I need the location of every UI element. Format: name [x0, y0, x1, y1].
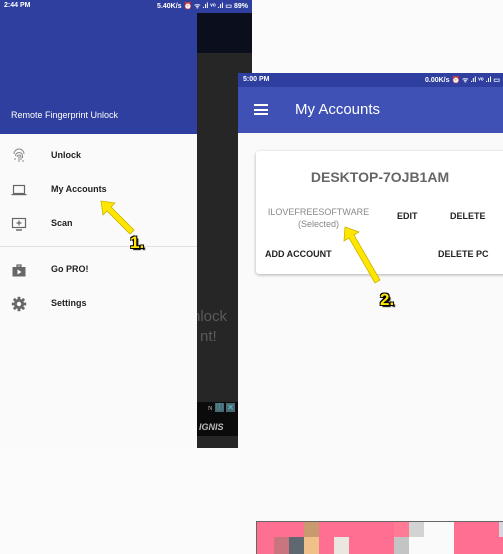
nav-item-settings[interactable]: Settings — [0, 289, 197, 319]
status-icons: 0.00K/s ⏰ ᯤ .ıl ᵛᵒ .ıl ▭ — [425, 77, 500, 84]
nav-item-label: Scan — [51, 218, 73, 228]
background-text: nlock — [192, 308, 228, 325]
ad-brand: IGNIS — [199, 422, 224, 432]
info-icon[interactable]: ⓘ — [215, 403, 224, 412]
right-screenshot: 5:00 PM 0.00K/s ⏰ ᯤ .ıl ᵛᵒ .ıl ▭ My Acco… — [238, 73, 503, 554]
add-account-button[interactable]: ADD ACCOUNT — [265, 249, 332, 259]
drawer-header: Remote Fingerprint Unlock — [0, 13, 197, 134]
status-bar: 2:44 PM 5.40K/s ⏰ ᯤ .ıl ᵛᵒ .ıl ▭ 89% — [0, 0, 252, 13]
close-icon[interactable]: ✕ — [226, 403, 235, 412]
status-time: 2:44 PM — [4, 2, 31, 9]
annotation-step-2: 2. — [380, 290, 395, 309]
delete-button[interactable]: DELETE — [450, 211, 486, 221]
app-title: Remote Fingerprint Unlock — [11, 110, 119, 120]
nav-item-unlock[interactable]: Unlock — [0, 141, 197, 171]
account-name: ILOVEFREESOFTWARE — [267, 207, 370, 217]
ad-banner[interactable]: N ⓘ ✕ IGNIS — [197, 402, 240, 436]
status-icons: 5.40K/s ⏰ ᯤ .ıl ᵛᵒ .ıl ▭ 89% — [157, 3, 248, 10]
ad-banner[interactable] — [256, 521, 503, 554]
status-time: 5:00 PM — [243, 76, 270, 83]
ad-label: N — [208, 406, 213, 412]
laptop-icon — [11, 184, 27, 196]
toolbar: My Accounts — [238, 87, 503, 133]
annotation-step-1: 1. — [130, 233, 145, 252]
nav-item-go-pro[interactable]: Go PRO! — [0, 255, 197, 285]
edit-button[interactable]: EDIT — [397, 211, 418, 221]
annotation-arrow-2 — [343, 226, 381, 284]
background-text: nt! — [200, 328, 217, 345]
page-title: My Accounts — [295, 101, 381, 118]
nav-item-label: Unlock — [51, 150, 82, 160]
shop-icon — [12, 264, 26, 277]
delete-pc-button[interactable]: DELETE PC — [438, 249, 489, 259]
fingerprint-icon — [13, 148, 25, 162]
gear-icon — [11, 296, 27, 312]
nav-item-label: Settings — [51, 298, 87, 308]
nav-item-label: Go PRO! — [51, 264, 89, 274]
status-bar: 5:00 PM 0.00K/s ⏰ ᯤ .ıl ᵛᵒ .ıl ▭ — [238, 73, 503, 87]
divider — [0, 246, 197, 247]
nav-item-label: My Accounts — [51, 184, 107, 194]
pc-name: DESKTOP-7OJB1AM — [310, 169, 450, 185]
hamburger-icon[interactable] — [254, 104, 268, 115]
add-to-screen-icon — [11, 217, 27, 231]
dimmed-toolbar — [197, 13, 252, 53]
